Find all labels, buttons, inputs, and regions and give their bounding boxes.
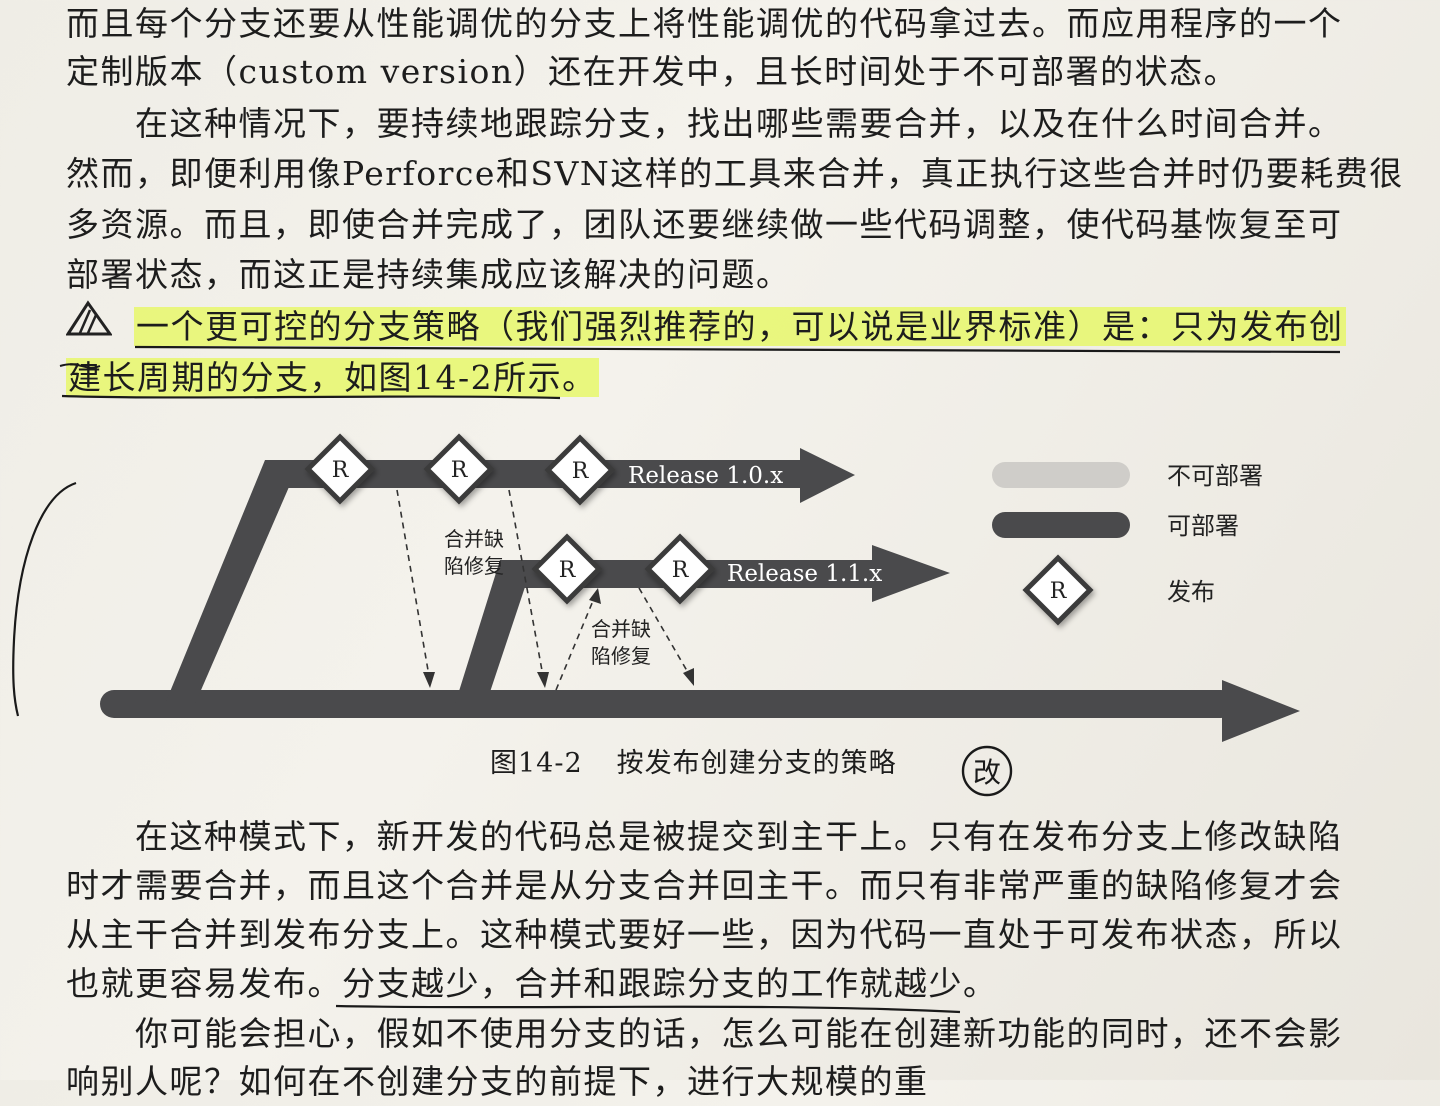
text-line: 时才需要合并，而且这个合并是从分支合并回主干。而只有非常严重的缺陷修复才会 [66, 866, 1343, 905]
release-1-label: Release 1.0.x [628, 463, 783, 489]
release-marker-label: R [559, 558, 577, 583]
release-marker-label: R [572, 459, 590, 484]
text-line: 在这种模式下，新开发的代码总是被提交到主干上。只有在发布分支上修改缺陷 [66, 817, 1343, 856]
merge-note: 陷修复 [444, 554, 504, 578]
release-marker-label: R [451, 458, 469, 483]
merge-note: 合并缺 [591, 617, 651, 641]
legend-not-deployable-label: 不可部署 [1167, 462, 1263, 490]
text-line: 你可能会担心，假如不使用分支的话，怎么可能在创建新功能的同时，还不会影 [66, 1014, 1343, 1053]
legend-not-deployable-swatch [992, 462, 1130, 488]
book-page: 而且每个分支还要从性能调优的分支上将性能调优的代码拿过去。而应用程序的一个 定制… [0, 0, 1440, 1101]
legend-release-label: 发布 [1167, 578, 1215, 606]
legend-deployable-label: 可部署 [1167, 512, 1239, 540]
release-2-label: Release 1.1.x [727, 561, 882, 587]
release-marker-label: R [672, 558, 690, 583]
merge-arrowheads [423, 588, 694, 688]
figure-caption-number: 图14-2 [490, 748, 583, 779]
merge-note: 陷修复 [591, 644, 651, 668]
legend-release-marker: R [1050, 579, 1068, 604]
text-line: 响别人呢？如何在不创建分支的前提下，进行大规模的重 [66, 1062, 929, 1101]
figure-caption: 图14-2 按发布创建分支的策略 [490, 744, 897, 784]
merge-note: 合并缺 [444, 527, 504, 551]
figure-caption-text: 按发布创建分支的策略 [616, 748, 897, 779]
text-line: 也就更容易发布。分支越少，合并和跟踪分支的工作就越少。 [66, 964, 998, 1003]
text-line: 从主干合并到发布分支上。这种模式要好一些，因为代码一直处于可发布状态，所以 [66, 915, 1343, 954]
trunk-arrow [100, 680, 1300, 742]
legend: R 不可部署 可部署 发布 [992, 462, 1263, 626]
legend-deployable-swatch [992, 512, 1130, 538]
release-marker-label: R [332, 458, 350, 483]
